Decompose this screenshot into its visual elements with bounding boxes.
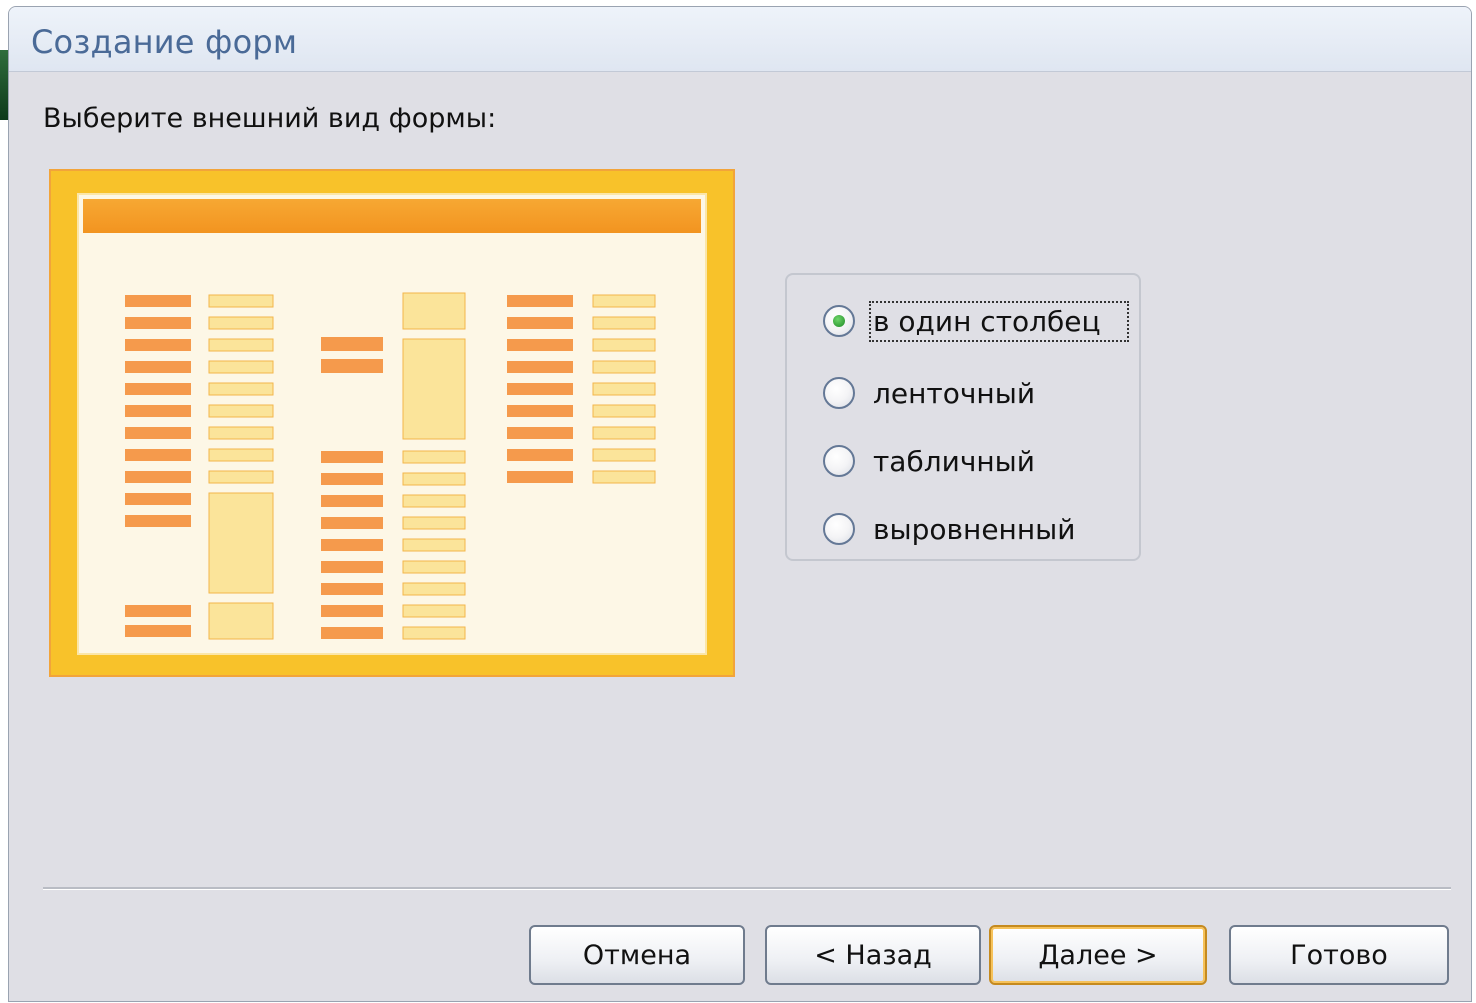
preview-label-bar [507,339,573,351]
preview-field-box [208,360,274,374]
preview-label-bar [125,449,191,461]
preview-memo-box [208,492,274,594]
option-datasheet[interactable]: табличный [823,439,1039,483]
back-button[interactable]: < Назад [765,925,981,985]
option-justified-label: выровненный [873,512,1076,546]
preview-label-bar [321,627,383,639]
preview-label-bar [321,583,383,595]
preview-label-bar [125,427,191,439]
button-separator [43,887,1451,890]
preview-label-bar [507,295,573,307]
preview-field-box [208,294,274,308]
preview-field-box [402,494,466,508]
preview-label-bar [507,471,573,483]
window-title: Создание форм [31,23,298,61]
layout-prompt: Выберите внешний вид формы: [43,103,497,134]
layout-preview [49,169,735,677]
preview-label-bar [125,405,191,417]
preview-label-bar [507,317,573,329]
preview-field-box [592,338,656,352]
preview-field-box [208,404,274,418]
preview-field-box [592,294,656,308]
preview-label-bar [125,471,191,483]
preview-label-bar [321,495,383,507]
preview-field-box [592,382,656,396]
form-wizard-dialog: Создание форм Выберите внешний вид формы… [8,6,1472,1002]
preview-field-box [208,316,274,330]
preview-label-bar [507,361,573,373]
option-columnar-label: в один столбец [869,300,1129,342]
preview-field-box [592,470,656,484]
preview-label-bar [125,515,191,527]
preview-label-bar [125,295,191,307]
preview-field-box [402,582,466,596]
radio-tabular[interactable] [823,377,855,409]
preview-label-bar [507,449,573,461]
preview-label-bar [321,561,383,573]
preview-label-bar [507,383,573,395]
preview-field-box [402,292,466,330]
preview-label-bar [321,473,383,485]
preview-label-bar [125,361,191,373]
cancel-button[interactable]: Отмена [529,925,745,985]
preview-field-box [208,426,274,440]
preview-memo-box [402,338,466,440]
preview-field-box [402,472,466,486]
preview-label-bar [125,339,191,351]
preview-field-box [208,338,274,352]
preview-label-bar [321,539,383,551]
preview-label-bar [321,337,383,351]
preview-field-box [592,360,656,374]
preview-field-box [592,404,656,418]
preview-label-bar [125,605,191,617]
option-tabular[interactable]: ленточный [823,371,1039,415]
preview-field-box [402,604,466,618]
preview-field-box [592,448,656,462]
preview-label-bar [125,493,191,505]
layout-options-group: в один столбец ленточный табличный выров… [785,273,1141,561]
preview-label-bar [125,625,191,637]
preview-field-box [592,426,656,440]
title-bar: Создание форм [9,7,1471,72]
preview-field-box [208,602,274,640]
option-datasheet-label: табличный [873,444,1035,478]
preview-label-bar [507,427,573,439]
preview-label-bar [321,359,383,373]
preview-field-box [402,626,466,640]
radio-justified[interactable] [823,513,855,545]
preview-field-box [208,448,274,462]
finish-button[interactable]: Готово [1229,925,1449,985]
preview-label-bar [507,405,573,417]
radio-datasheet[interactable] [823,445,855,477]
preview-label-bar [321,605,383,617]
preview-label-bar [125,383,191,395]
preview-field-box [402,450,466,464]
preview-label-bar [321,451,383,463]
preview-field-box [402,516,466,530]
preview-layout-diagram [125,292,656,640]
preview-field-box [402,560,466,574]
option-tabular-label: ленточный [873,376,1036,410]
preview-field-box [592,316,656,330]
option-justified[interactable]: выровненный [823,507,1079,551]
next-button[interactable]: Далее > [989,925,1207,985]
preview-field-box [208,382,274,396]
preview-field-box [402,538,466,552]
radio-columnar[interactable] [823,305,855,337]
preview-label-bar [125,317,191,329]
option-columnar[interactable]: в один столбец [823,299,1129,343]
preview-field-box [208,470,274,484]
preview-label-bar [321,517,383,529]
